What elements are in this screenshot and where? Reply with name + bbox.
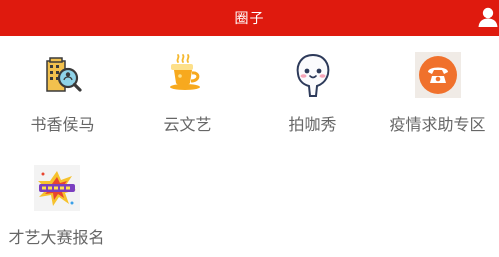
tile-label: 疫情求助专区 [389,115,486,134]
page-title: 圈子 [234,11,265,27]
tile-label: 书香侯马 [30,115,95,134]
tile-yiqing-qiuzhu[interactable]: 疫情求助专区 [375,36,499,140]
user-icon[interactable] [477,6,499,28]
app-root: 圈子 书香侯马 云文艺 拍咖秀 疫情求助专区 才艺大赛报名 [0,0,499,257]
tile-label: 云文艺 [163,115,212,134]
tile-caiyi-dasai[interactable]: 才艺大赛报名 [0,149,119,253]
tile-shuxiang-houma[interactable]: 书香侯马 [0,36,125,140]
tile-yun-wenyi[interactable]: 云文艺 [125,36,250,140]
smiling-face-icon [290,52,336,98]
tile-label: 拍咖秀 [288,115,337,134]
library-search-icon [40,52,86,98]
top-bar: 圈子 [0,0,499,36]
tile-paika-xiu[interactable]: 拍咖秀 [250,36,375,140]
telephone-icon [415,52,461,98]
tile-label: 才艺大赛报名 [8,228,105,247]
coffee-cup-icon [165,52,211,98]
talent-contest-banner-icon [34,165,80,211]
